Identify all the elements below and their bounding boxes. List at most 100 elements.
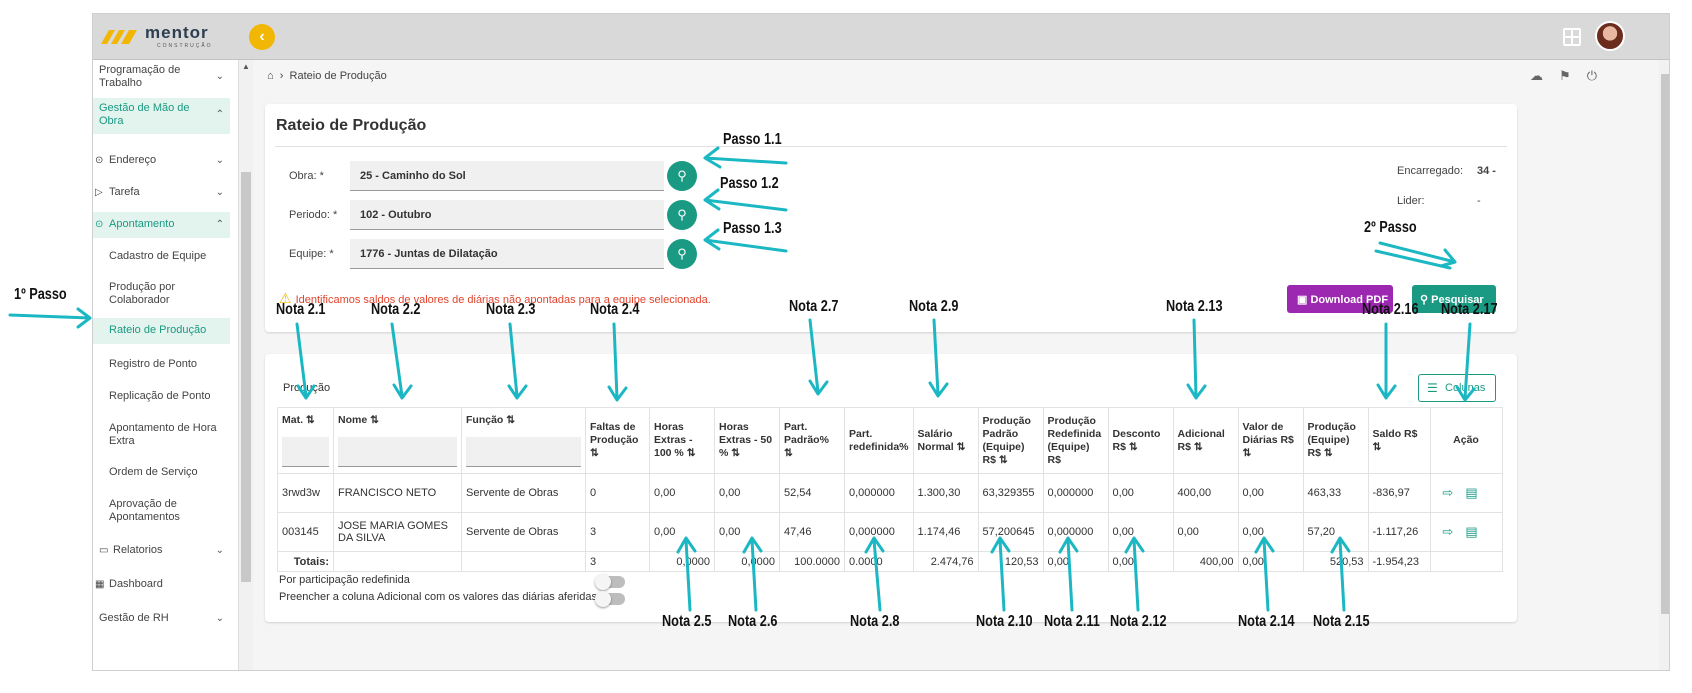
total-cell: 0,0000 — [714, 551, 780, 572]
header-mat[interactable]: Mat. ⇅ — [277, 407, 334, 474]
production-title: Produção — [283, 382, 331, 394]
cloud-icon[interactable]: ☁ — [1530, 68, 1559, 83]
header-label: Mat. ⇅ — [282, 414, 315, 426]
total-cell: 400,00 — [1172, 551, 1239, 572]
sidebar-item-label: Dashboard — [109, 578, 163, 590]
lider-label: Lider: — [1397, 195, 1425, 207]
scroll-thumb[interactable] — [241, 172, 251, 582]
sidebar-scrollbar[interactable]: ▲ — [239, 60, 253, 670]
periodo-field[interactable]: 102 - Outubro — [350, 200, 664, 230]
sidebar-item-label: Gestão de RH — [99, 612, 169, 624]
page-scrollbar[interactable] — [1659, 60, 1669, 670]
scroll-thumb[interactable] — [1661, 74, 1669, 614]
sidebar-item-programacao[interactable]: Programação de Trabalho ⌄ — [93, 64, 230, 90]
equipe-search-button[interactable]: ⚲ — [667, 239, 697, 269]
sidebar-item-replicacao-ponto[interactable]: Replicação de Ponto — [93, 390, 230, 403]
header-saldo[interactable]: Saldo R$ ⇅ — [1367, 407, 1431, 474]
cell: -836,97 — [1367, 473, 1431, 513]
filter-input[interactable] — [466, 437, 581, 467]
arrow-passo-1 — [8, 307, 92, 329]
sidebar-item-label: Apontamento — [109, 218, 175, 230]
brand-logo[interactable]: mentor CONSTRUÇÃO — [99, 22, 249, 52]
table-row: 3rwd3w FRANCISCO NETO Servente de Obras … — [277, 473, 1503, 513]
details-icon[interactable]: ▤ — [1465, 485, 1489, 500]
header-prod-padrao[interactable]: Produção Padrão (Equipe) R$ ⇅ — [977, 407, 1044, 474]
sidebar-item-apontamento[interactable]: ⊙ Apontamento ⌃ — [93, 212, 230, 238]
obra-search-button[interactable]: ⚲ — [667, 161, 697, 191]
total-cell: 0,00 — [1107, 551, 1174, 572]
header-nome[interactable]: Nome ⇅ — [333, 407, 462, 474]
home-icon[interactable]: ⌂ — [267, 70, 274, 82]
folder-icon: ▭ — [99, 545, 109, 556]
grid-icon[interactable] — [1563, 28, 1581, 46]
sidebar-item-gestao-mao-obra[interactable]: Gestão de Mão de Obra ⌃ — [93, 98, 230, 134]
bookmark-icon[interactable]: ⚑ — [1559, 68, 1587, 83]
clock-icon: ⊙ — [95, 219, 104, 230]
toggle-adicional[interactable] — [595, 591, 625, 607]
periodo-search-button[interactable]: ⚲ — [667, 200, 697, 230]
cell: 3 — [585, 512, 650, 552]
power-icon[interactable]: ⏻ — [1587, 68, 1613, 83]
sidebar-item-tarefa[interactable]: ▷ Tarefa ⌄ — [93, 186, 230, 199]
chevron-down-icon: ⌄ — [215, 71, 224, 82]
annotation-nota-2-16: Nota 2.16 — [1362, 301, 1419, 318]
sidebar-item-label: Rateio de Produção — [109, 324, 207, 336]
header-diarias[interactable]: Valor de Diárias R$ ⇅ — [1237, 407, 1304, 474]
edit-icon[interactable]: ⇨ — [1442, 485, 1465, 500]
annotation-passo-2: 2º Passo — [1364, 219, 1417, 236]
list-icon: ☰ — [1427, 381, 1438, 395]
sidebar-item-aprovacao[interactable]: Aprovação de Apontamentos — [93, 498, 230, 524]
annotation-nota-2-13: Nota 2.13 — [1166, 298, 1223, 315]
header-adicional[interactable]: Adicional R$ ⇅ — [1172, 407, 1239, 474]
sidebar-item-registro-ponto[interactable]: Registro de Ponto — [93, 358, 230, 371]
sidebar-item-dashboard[interactable]: ▦ Dashboard — [93, 578, 230, 591]
header-producao-equipe[interactable]: Produção (Equipe) R$ ⇅ — [1302, 407, 1369, 474]
table-header-row: Mat. ⇅ Nome ⇅ Função ⇅ Faltas de Produçã… — [277, 407, 1503, 474]
header-desconto[interactable]: Desconto R$ ⇅ — [1107, 407, 1174, 474]
details-icon[interactable]: ▤ — [1465, 524, 1489, 539]
filter-input[interactable] — [282, 437, 329, 467]
sidebar-item-hora-extra[interactable]: Apontamento de Hora Extra — [93, 422, 230, 448]
annotation-passo-1-1: Passo 1.1 — [723, 131, 782, 148]
scroll-up-icon[interactable]: ▲ — [242, 62, 250, 71]
columns-button[interactable]: ☰ Colunas — [1418, 374, 1496, 402]
sidebar-item-cadastro-equipe[interactable]: Cadastro de Equipe — [93, 250, 230, 263]
header-faltas[interactable]: Faltas de Produção ⇅ — [585, 407, 650, 474]
annotation-nota-2-3: Nota 2.3 — [486, 301, 536, 318]
cell: 57,20 — [1302, 512, 1369, 552]
avatar[interactable] — [1595, 21, 1625, 51]
sidebar-item-label: Produção por Colaborador — [109, 281, 176, 306]
annotation-passo-1-2: Passo 1.2 — [720, 175, 779, 192]
sidebar-item-relatorios[interactable]: ▭ Relatorios ⌄ — [93, 544, 230, 557]
cell: 0,00 — [1172, 512, 1239, 552]
top-bar: mentor CONSTRUÇÃO ‹ — [93, 14, 1669, 60]
header-salario[interactable]: Salário Normal ⇅ — [912, 407, 979, 474]
sidebar-item-endereco[interactable]: ⊙ Endereço ⌄ — [93, 154, 230, 167]
header-funcao[interactable]: Função ⇅ — [461, 407, 586, 474]
cell — [333, 551, 462, 572]
cell: Servente de Obras — [461, 512, 586, 552]
cell — [461, 551, 586, 572]
sidebar-item-producao-colaborador[interactable]: Produção por Colaborador — [93, 281, 230, 307]
filter-input[interactable] — [338, 437, 457, 467]
sidebar-item-rateio-producao[interactable]: Rateio de Produção — [93, 318, 230, 344]
collapse-sidebar-button[interactable]: ‹ — [249, 24, 275, 50]
cell: 0,00 — [1107, 512, 1174, 552]
cell: 52,54 — [779, 473, 845, 513]
toggle-participacao[interactable] — [595, 574, 625, 590]
total-cell: 3 — [585, 551, 650, 572]
header-he50[interactable]: Horas Extras - 50 % ⇅ — [714, 407, 780, 474]
annotation-nota-2-8: Nota 2.8 — [850, 613, 900, 630]
header-he100[interactable]: Horas Extras - 100 % ⇅ — [649, 407, 715, 474]
cell: 3rwd3w — [277, 473, 334, 513]
edit-icon[interactable]: ⇨ — [1442, 524, 1465, 539]
annotation-nota-2-11: Nota 2.11 — [1044, 613, 1100, 630]
total-cell: 0,00 — [1237, 551, 1304, 572]
header-part-padrao[interactable]: Part. Padrão% ⇅ — [779, 407, 845, 474]
cell: 0,000000 — [844, 473, 914, 513]
equipe-field[interactable]: 1776 - Juntas de Dilatação — [350, 239, 664, 269]
sidebar-item-ordem-servico[interactable]: Ordem de Serviço — [93, 466, 230, 479]
obra-field[interactable]: 25 - Caminho do Sol — [350, 161, 664, 191]
sidebar-item-gestao-rh[interactable]: Gestão de RH ⌄ — [93, 612, 230, 625]
total-cell: 0.0000 — [844, 551, 914, 572]
